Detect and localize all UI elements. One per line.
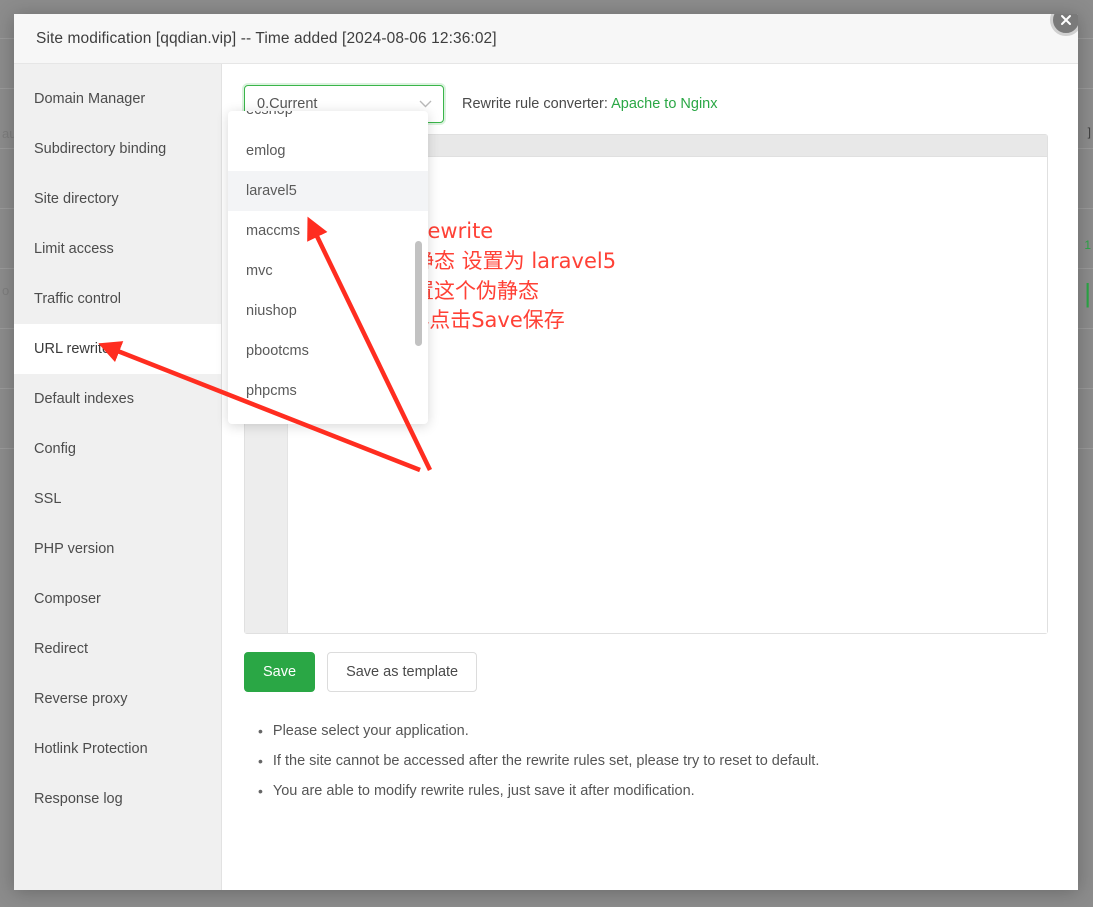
url-rewrite-panel: 0.Current Rewrite rule converter: Apache… <box>222 64 1078 890</box>
sidebar-item-subdirectory-binding[interactable]: Subdirectory binding <box>14 124 221 174</box>
sidebar-item-label: Limit access <box>34 241 114 257</box>
sidebar-item-label: Default indexes <box>34 391 134 407</box>
dropdown-options: ecshop emlog laravel5 maccms mvc niushop… <box>228 111 428 411</box>
dropdown-option-phpcms[interactable]: phpcms <box>228 371 428 411</box>
background-chip-fragment: ] <box>1087 125 1091 139</box>
sidebar-item-label: Composer <box>34 591 101 607</box>
site-modification-dialog: Site modification [qqdian.vip] -- Time a… <box>14 14 1078 890</box>
bullet-icon: • <box>258 723 263 739</box>
sidebar-item-reverse-proxy[interactable]: Reverse proxy <box>14 674 221 724</box>
list-item: • If the site cannot be accessed after t… <box>258 746 1048 776</box>
sidebar-item-label: Redirect <box>34 641 88 657</box>
background-text-fragment: o <box>2 283 10 298</box>
sidebar-item-redirect[interactable]: Redirect <box>14 624 221 674</box>
sidebar-item-label: Site directory <box>34 191 119 207</box>
option-label: maccms <box>246 223 300 239</box>
option-label: niushop <box>246 303 297 319</box>
notes-list: • Please select your application. • If t… <box>244 716 1048 806</box>
page-title: Site modification [qqdian.vip] -- Time a… <box>36 29 497 47</box>
background-chip-fragment: 1 <box>1084 238 1091 252</box>
note-text: If the site cannot be accessed after the… <box>272 753 820 769</box>
sidebar-item-config[interactable]: Config <box>14 424 221 474</box>
sidebar-item-label: Domain Manager <box>34 91 146 107</box>
option-label: pbootcms <box>246 343 309 359</box>
sidebar-item-label: Hotlink Protection <box>34 741 148 757</box>
rewrite-rule-converter: Rewrite rule converter: Apache to Nginx <box>462 96 718 112</box>
option-label: mvc <box>246 263 273 279</box>
sidebar-item-hotlink-protection[interactable]: Hotlink Protection <box>14 724 221 774</box>
apache-to-nginx-link[interactable]: Apache to Nginx <box>611 96 717 112</box>
sidebar-item-ssl[interactable]: SSL <box>14 474 221 524</box>
list-item: • You are able to modify rewrite rules, … <box>258 776 1048 806</box>
sidebar-item-traffic-control[interactable]: Traffic control <box>14 274 221 324</box>
save-button[interactable]: Save <box>244 652 316 692</box>
note-text: Please select your application. <box>272 723 469 739</box>
rewrite-template-dropdown[interactable]: ecshop emlog laravel5 maccms mvc niushop… <box>228 111 428 424</box>
sidebar-item-label: Traffic control <box>34 291 122 307</box>
sidebar-item-label: Config <box>34 441 76 457</box>
sidebar-item-label: Subdirectory binding <box>34 141 167 157</box>
sidebar-item-label: Response log <box>34 791 123 807</box>
sidebar-item-response-log[interactable]: Response log <box>14 774 221 824</box>
sidebar-item-composer[interactable]: Composer <box>14 574 221 624</box>
dialog-header: Site modification [qqdian.vip] -- Time a… <box>14 14 1078 64</box>
close-icon <box>1059 14 1073 27</box>
sidebar-item-label: URL rewrite <box>34 341 111 357</box>
dialog-body: Domain Manager Subdirectory binding Site… <box>14 64 1078 890</box>
dropdown-option-mvc[interactable]: mvc <box>228 251 428 291</box>
dropdown-option-pbootcms[interactable]: pbootcms <box>228 331 428 371</box>
note-text: You are able to modify rewrite rules, ju… <box>272 783 695 799</box>
sidebar: Domain Manager Subdirectory binding Site… <box>14 64 222 890</box>
option-label: laravel5 <box>246 183 297 199</box>
bullet-icon: • <box>258 783 263 799</box>
dropdown-option-laravel5[interactable]: laravel5 <box>228 171 428 211</box>
converter-label: Rewrite rule converter: <box>462 96 608 112</box>
dropdown-scrollbar-thumb[interactable] <box>415 241 422 346</box>
action-buttons: Save Save as template <box>244 652 1048 692</box>
dropdown-option-niushop[interactable]: niushop <box>228 291 428 331</box>
list-item: • Please select your application. <box>258 716 1048 746</box>
option-label: ecshop <box>246 111 293 118</box>
sidebar-item-php-version[interactable]: PHP version <box>14 524 221 574</box>
sidebar-item-limit-access[interactable]: Limit access <box>14 224 221 274</box>
sidebar-item-url-rewrite[interactable]: URL rewrite <box>14 324 221 374</box>
dropdown-option-emlog[interactable]: emlog <box>228 131 428 171</box>
option-label: emlog <box>246 143 286 159</box>
background-chip-fragment: | <box>1084 278 1091 308</box>
sidebar-item-label: PHP version <box>34 541 115 557</box>
chevron-down-icon <box>419 96 432 112</box>
sidebar-item-label: Reverse proxy <box>34 691 128 707</box>
dropdown-option-maccms[interactable]: maccms <box>228 211 428 251</box>
select-value: 0.Current <box>257 96 318 112</box>
sidebar-item-site-directory[interactable]: Site directory <box>14 174 221 224</box>
sidebar-item-domain-manager[interactable]: Domain Manager <box>14 74 221 124</box>
dropdown-option-ecshop[interactable]: ecshop <box>228 111 428 131</box>
sidebar-item-default-indexes[interactable]: Default indexes <box>14 374 221 424</box>
sidebar-item-label: SSL <box>34 491 62 507</box>
option-label: phpcms <box>246 383 297 399</box>
save-as-template-button[interactable]: Save as template <box>327 652 478 692</box>
bullet-icon: • <box>258 753 263 769</box>
